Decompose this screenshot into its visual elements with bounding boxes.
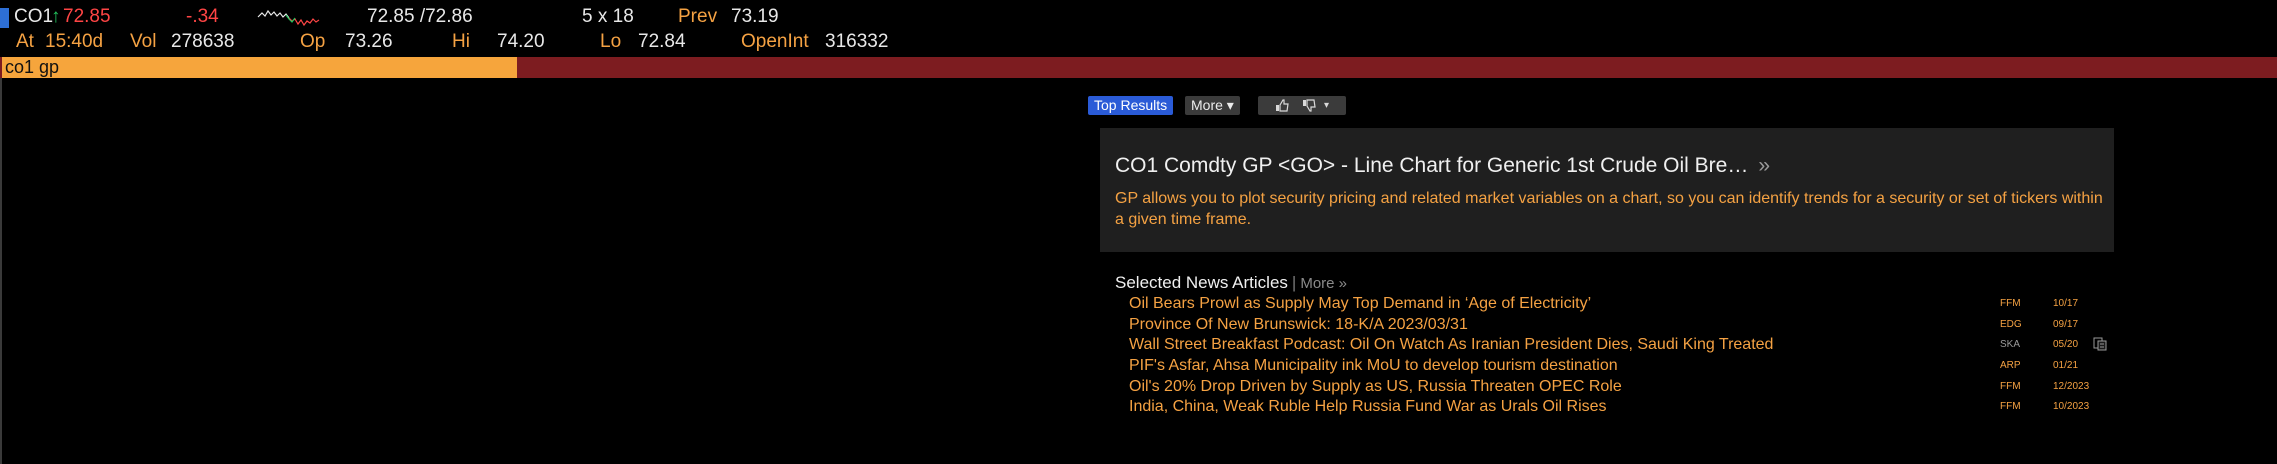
thumbs-down-icon[interactable] xyxy=(1302,99,1316,112)
vol-value: 278638 xyxy=(171,31,235,52)
news-date: 12/2023 xyxy=(2053,380,2090,392)
news-item[interactable]: Wall Street Breakfast Podcast: Oil On Wa… xyxy=(1129,335,2107,356)
news-separator: | xyxy=(1291,273,1297,292)
low-value: 72.84 xyxy=(638,31,686,52)
more-dropdown-button[interactable]: More ▾ xyxy=(1185,96,1240,115)
news-source: ARP xyxy=(2000,360,2021,372)
news-header: Selected News Articles | More » xyxy=(1115,273,1347,293)
open-interest-label: OpenInt xyxy=(741,31,809,52)
at-label: At xyxy=(16,31,34,52)
news-source: FFM xyxy=(2000,401,2021,413)
news-date: 10/2023 xyxy=(2053,401,2090,413)
low-label: Lo xyxy=(600,31,622,52)
news-source: EDG xyxy=(2000,318,2022,330)
top-results-button[interactable]: Top Results xyxy=(1088,96,1174,115)
left-border xyxy=(0,78,2,464)
tick-up-arrow-icon: ↑ xyxy=(51,6,61,27)
news-headline[interactable]: Oil Bears Prowl as Supply May Top Demand… xyxy=(1129,294,1591,314)
prev-label: Prev xyxy=(678,6,718,27)
net-change: -.34 xyxy=(186,6,219,27)
top-result-card[interactable]: CO1 Comdty GP <GO> - Line Chart for Gene… xyxy=(1100,128,2114,252)
high-value: 74.20 xyxy=(497,31,545,52)
news-date: 10/17 xyxy=(2053,298,2079,309)
open-interest-value: 316332 xyxy=(825,31,889,52)
command-bar: co1 gp xyxy=(0,57,2277,78)
intraday-sparkline-icon xyxy=(257,9,320,27)
news-item[interactable]: India, China, Weak Ruble Help Russia Fun… xyxy=(1129,397,2089,418)
result-arrow-icon[interactable]: » xyxy=(1758,154,1770,177)
result-description: GP allows you to plot security pricing a… xyxy=(1115,190,2103,228)
quote-time: 15:40d xyxy=(45,31,104,52)
quote-line-2: At 15:40d Vol 278638 Op 73.26 Hi 74.20 L… xyxy=(0,31,2277,53)
prev-value: 73.19 xyxy=(731,6,779,27)
high-label: Hi xyxy=(452,31,470,52)
news-headline[interactable]: Province Of New Brunswick: 18-K/A 2023/0… xyxy=(1129,315,1468,335)
attachment-icon[interactable] xyxy=(2093,337,2107,351)
result-title[interactable]: CO1 Comdty GP <GO> - Line Chart for Gene… xyxy=(1115,154,1748,177)
news-headline[interactable]: PIF's Asfar, Ahsa Municipality ink MoU t… xyxy=(1129,356,1618,376)
news-item[interactable]: PIF's Asfar, Ahsa Municipality ink MoU t… xyxy=(1129,356,2089,377)
news-source: FFM xyxy=(2000,298,2021,309)
news-date: 01/21 xyxy=(2053,360,2079,372)
feedback-buttons[interactable]: ▾ xyxy=(1258,96,1346,115)
news-heading: Selected News Articles xyxy=(1115,273,1288,292)
news-item[interactable]: Province Of New Brunswick: 18-K/A 2023/0… xyxy=(1129,315,2089,336)
news-item[interactable]: Oil Bears Prowl as Supply May Top Demand… xyxy=(1129,294,2089,315)
news-more-link[interactable]: More » xyxy=(1300,275,1347,292)
news-headline[interactable]: Oil's 20% Drop Driven by Supply as US, R… xyxy=(1129,377,1622,397)
news-source: FFM xyxy=(2000,380,2021,392)
open-label: Op xyxy=(300,31,326,52)
command-input[interactable]: co1 gp xyxy=(2,57,517,78)
ticker[interactable]: CO1 xyxy=(14,6,53,28)
news-headline[interactable]: India, China, Weak Ruble Help Russia Fun… xyxy=(1129,397,1607,417)
news-item[interactable]: Oil's 20% Drop Driven by Supply as US, R… xyxy=(1129,377,2089,398)
news-list: Oil Bears Prowl as Supply May Top Demand… xyxy=(1129,294,2107,418)
quote-line-1: CO1 ↑ 72.85 -.34 72.85 /72.86 5 x 18 Pre… xyxy=(0,6,2277,28)
bid-ask-size: 5 x 18 xyxy=(582,6,634,27)
bid-ask: 72.85 /72.86 xyxy=(367,6,473,27)
news-source: SKA xyxy=(2000,339,2021,351)
feedback-dropdown-arrow-icon[interactable]: ▾ xyxy=(1324,99,1329,112)
vol-label: Vol xyxy=(130,31,157,52)
result-title-link[interactable]: CO1 Comdty GP <GO> - Line Chart for Gene… xyxy=(1115,154,1770,178)
thumbs-up-icon[interactable] xyxy=(1275,99,1289,112)
open-value: 73.26 xyxy=(345,31,393,52)
news-date: 09/17 xyxy=(2053,318,2079,330)
news-headline[interactable]: Wall Street Breakfast Podcast: Oil On Wa… xyxy=(1129,335,1773,355)
last-price: 72.85 xyxy=(63,6,111,27)
